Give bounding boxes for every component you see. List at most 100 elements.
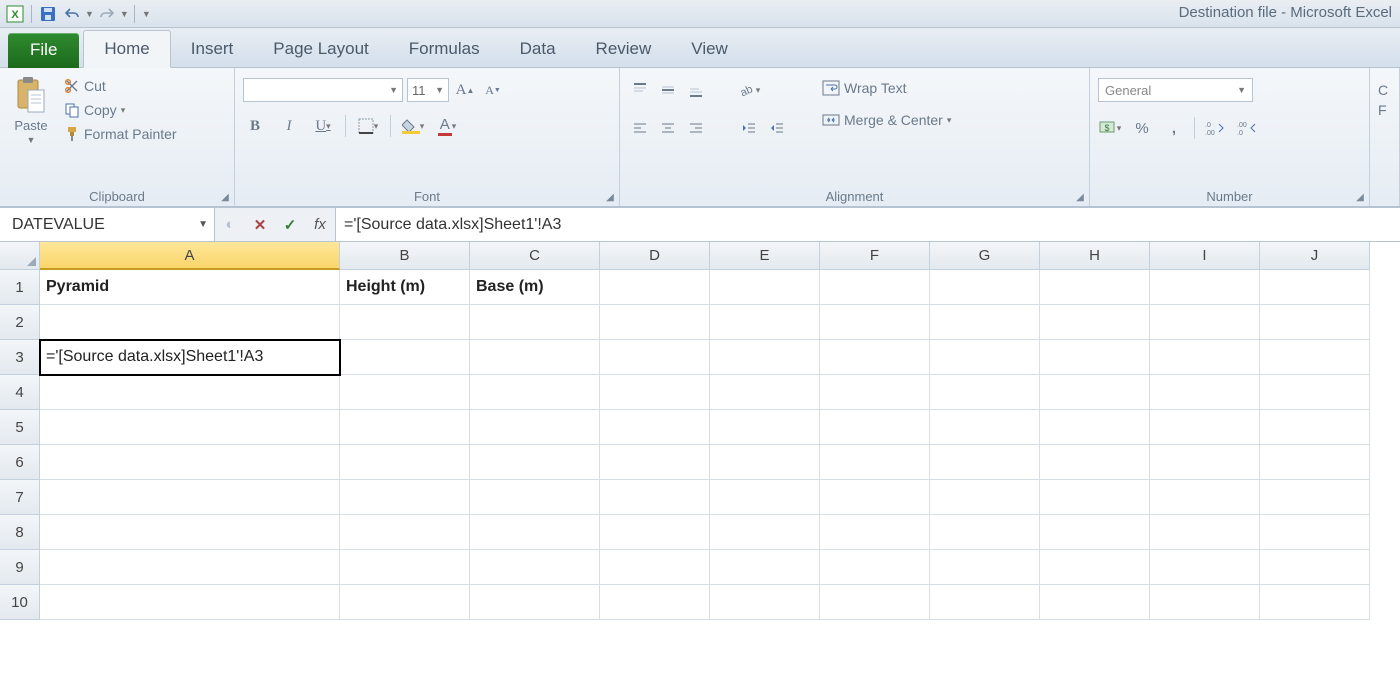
cell-E4[interactable] <box>710 375 820 410</box>
tab-view[interactable]: View <box>671 31 748 67</box>
cell-C4[interactable] <box>470 375 600 410</box>
cell-F2[interactable] <box>820 305 930 340</box>
cell-G6[interactable] <box>930 445 1040 480</box>
increase-font-size-icon[interactable]: A▲ <box>453 78 477 102</box>
cell-D7[interactable] <box>600 480 710 515</box>
fill-color-button[interactable]: ▾ <box>401 114 425 138</box>
cell-F9[interactable] <box>820 550 930 585</box>
alignment-dialog-launcher-icon[interactable]: ◢ <box>1073 190 1087 204</box>
borders-button[interactable]: ▾ <box>356 114 380 138</box>
cell-F1[interactable] <box>820 270 930 305</box>
cell-A3[interactable]: ='[Source data.xlsx]Sheet1'!A3 <box>40 340 340 375</box>
cell-E9[interactable] <box>710 550 820 585</box>
column-header-F[interactable]: F <box>820 242 930 270</box>
insert-function-button[interactable]: fx <box>305 208 335 241</box>
align-right-icon[interactable] <box>684 116 708 140</box>
row-header-9[interactable]: 9 <box>0 550 40 585</box>
cell-C7[interactable] <box>470 480 600 515</box>
undo-dropdown-icon[interactable]: ▼ <box>85 9 94 19</box>
cell-J2[interactable] <box>1260 305 1370 340</box>
cell-H10[interactable] <box>1040 585 1150 620</box>
align-middle-icon[interactable] <box>656 78 680 102</box>
cell-A8[interactable] <box>40 515 340 550</box>
copy-button[interactable]: Copy ▾ <box>60 100 181 120</box>
column-header-I[interactable]: I <box>1150 242 1260 270</box>
row-header-2[interactable]: 2 <box>0 305 40 340</box>
cell-H8[interactable] <box>1040 515 1150 550</box>
cell-D6[interactable] <box>600 445 710 480</box>
italic-button[interactable]: I <box>277 114 301 138</box>
cell-H1[interactable] <box>1040 270 1150 305</box>
customize-qat-icon[interactable]: ▼ <box>142 9 151 19</box>
cut-button[interactable]: Cut <box>60 76 181 96</box>
cell-B9[interactable] <box>340 550 470 585</box>
cell-A9[interactable] <box>40 550 340 585</box>
tab-review[interactable]: Review <box>576 31 672 67</box>
cell-B5[interactable] <box>340 410 470 445</box>
font-name-combo[interactable]: ▼ <box>243 78 403 102</box>
comma-style-button[interactable]: , <box>1162 116 1186 140</box>
cell-G3[interactable] <box>930 340 1040 375</box>
cell-A10[interactable] <box>40 585 340 620</box>
formula-cancel-nav-icon[interactable]: ◐ <box>215 208 245 241</box>
formula-cancel-button[interactable]: ✕ <box>245 208 275 241</box>
cell-B1[interactable]: Height (m) <box>340 270 470 305</box>
cell-I1[interactable] <box>1150 270 1260 305</box>
formula-input[interactable]: ='[Source data.xlsx]Sheet1'!A3 <box>336 208 1400 241</box>
column-header-E[interactable]: E <box>710 242 820 270</box>
redo-dropdown-icon[interactable]: ▼ <box>120 9 129 19</box>
percent-style-button[interactable]: % <box>1130 116 1154 140</box>
cell-F10[interactable] <box>820 585 930 620</box>
column-header-D[interactable]: D <box>600 242 710 270</box>
cell-F7[interactable] <box>820 480 930 515</box>
decrease-decimal-button[interactable]: .00.0 <box>1235 116 1259 140</box>
cell-B6[interactable] <box>340 445 470 480</box>
cell-D8[interactable] <box>600 515 710 550</box>
undo-icon[interactable] <box>61 3 83 25</box>
cell-G10[interactable] <box>930 585 1040 620</box>
cell-G7[interactable] <box>930 480 1040 515</box>
cell-H5[interactable] <box>1040 410 1150 445</box>
cell-C9[interactable] <box>470 550 600 585</box>
select-all-corner[interactable] <box>0 242 40 270</box>
tab-home[interactable]: Home <box>83 30 170 68</box>
cell-C1[interactable]: Base (m) <box>470 270 600 305</box>
column-header-G[interactable]: G <box>930 242 1040 270</box>
cell-A2[interactable] <box>40 305 340 340</box>
row-header-4[interactable]: 4 <box>0 375 40 410</box>
wrap-text-button[interactable]: Wrap Text <box>818 78 955 98</box>
paste-button[interactable]: Paste ▼ <box>8 72 54 149</box>
tab-formulas[interactable]: Formulas <box>389 31 500 67</box>
column-header-A[interactable]: A <box>40 242 340 270</box>
cell-J9[interactable] <box>1260 550 1370 585</box>
cell-E7[interactable] <box>710 480 820 515</box>
tab-data[interactable]: Data <box>500 31 576 67</box>
name-box[interactable]: DATEVALUE ▼ <box>0 208 215 241</box>
formula-accept-button[interactable]: ✓ <box>275 208 305 241</box>
cell-I6[interactable] <box>1150 445 1260 480</box>
cell-E10[interactable] <box>710 585 820 620</box>
cell-D10[interactable] <box>600 585 710 620</box>
cell-B8[interactable] <box>340 515 470 550</box>
cell-G9[interactable] <box>930 550 1040 585</box>
cell-A5[interactable] <box>40 410 340 445</box>
column-header-J[interactable]: J <box>1260 242 1370 270</box>
copy-dropdown-icon[interactable]: ▾ <box>121 105 126 116</box>
decrease-indent-icon[interactable] <box>737 116 761 140</box>
cell-A7[interactable] <box>40 480 340 515</box>
cell-D3[interactable] <box>600 340 710 375</box>
cell-E2[interactable] <box>710 305 820 340</box>
orientation-button[interactable]: ab▾ <box>737 78 761 102</box>
chevron-down-icon[interactable]: ▼ <box>198 219 208 230</box>
clipboard-dialog-launcher-icon[interactable]: ◢ <box>218 190 232 204</box>
file-tab[interactable]: File <box>8 33 79 68</box>
cell-F5[interactable] <box>820 410 930 445</box>
cell-I10[interactable] <box>1150 585 1260 620</box>
font-size-combo[interactable]: 11 ▼ <box>407 78 449 102</box>
cell-G8[interactable] <box>930 515 1040 550</box>
cell-H4[interactable] <box>1040 375 1150 410</box>
cell-J7[interactable] <box>1260 480 1370 515</box>
cell-H6[interactable] <box>1040 445 1150 480</box>
cell-D4[interactable] <box>600 375 710 410</box>
cell-H7[interactable] <box>1040 480 1150 515</box>
